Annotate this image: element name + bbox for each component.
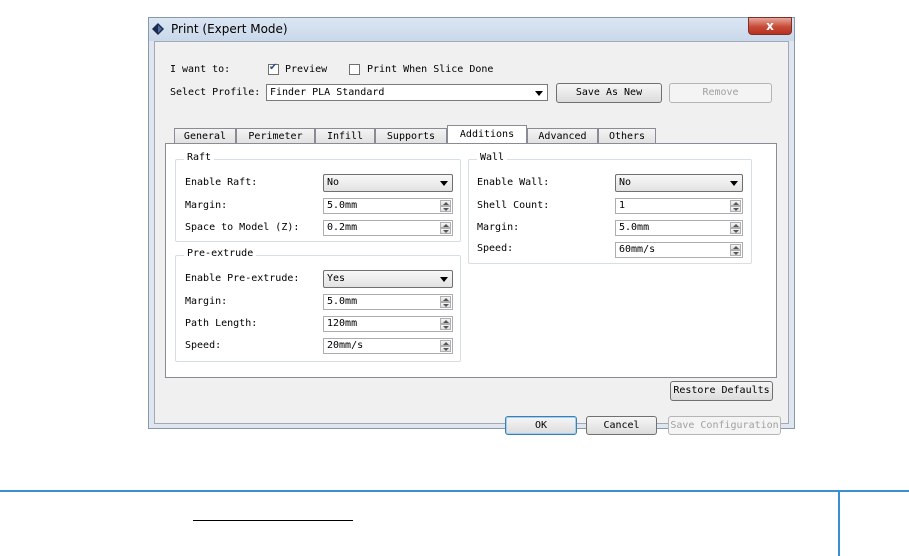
pre-extrude-speed-label: Speed: xyxy=(185,340,222,351)
spin-down-icon[interactable] xyxy=(440,324,451,330)
pre-extrude-margin-spinbox[interactable]: 5.0mm xyxy=(323,294,453,310)
spin-down-icon[interactable] xyxy=(440,346,451,352)
shell-count-spinbox[interactable]: 1 xyxy=(615,198,743,214)
path-length-label: Path Length: xyxy=(185,318,258,329)
shell-count-label: Shell Count: xyxy=(477,200,550,211)
additions-tab-page: Raft Enable Raft: No Margin: 5.0mm Space… xyxy=(165,143,777,378)
wall-speed-label: Speed: xyxy=(477,243,514,254)
wall-speed-spinbox[interactable]: 60mm/s xyxy=(615,242,743,258)
pre-extrude-group: Pre-extrude Enable Pre-extrude: Yes Marg… xyxy=(175,248,461,362)
save-as-new-button[interactable]: Save As New xyxy=(556,83,662,103)
space-to-model-label: Space to Model (Z): xyxy=(185,222,300,233)
enable-raft-select[interactable]: No xyxy=(323,174,453,192)
enable-raft-value: No xyxy=(327,177,340,188)
spin-down-icon[interactable] xyxy=(730,228,741,234)
ok-button[interactable]: OK xyxy=(505,416,577,435)
wall-margin-value: 5.0mm xyxy=(619,222,650,233)
tab-perimeter[interactable]: Perimeter xyxy=(236,128,315,144)
raft-margin-label: Margin: xyxy=(185,200,228,211)
raft-margin-value: 5.0mm xyxy=(327,200,358,211)
wall-group-title: Wall xyxy=(477,152,508,163)
enable-wall-select[interactable]: No xyxy=(615,174,743,192)
remove-button[interactable]: Remove xyxy=(669,83,772,103)
tab-infill[interactable]: Infill xyxy=(315,128,375,144)
raft-margin-spinbox[interactable]: 5.0mm xyxy=(323,198,453,214)
shell-count-value: 1 xyxy=(619,200,626,211)
pre-extrude-group-title: Pre-extrude xyxy=(184,248,257,259)
close-button[interactable]: x xyxy=(748,17,792,35)
wall-speed-value: 60mm/s xyxy=(619,244,656,255)
cancel-button[interactable]: Cancel xyxy=(586,416,657,435)
raft-group: Raft Enable Raft: No Margin: 5.0mm Space… xyxy=(175,152,461,242)
enable-raft-label: Enable Raft: xyxy=(185,177,258,188)
window-title: Print (Expert Mode) xyxy=(171,22,288,36)
wall-margin-spinbox[interactable]: 5.0mm xyxy=(615,220,743,236)
chevron-down-icon xyxy=(440,181,448,186)
tab-general[interactable]: General xyxy=(174,128,236,144)
pre-extrude-speed-value: 20mm/s xyxy=(327,340,364,351)
footnote-rule xyxy=(193,520,353,521)
chevron-down-icon xyxy=(440,277,448,282)
enable-pre-extrude-value: Yes xyxy=(327,273,346,284)
print-dialog: Print (Expert Mode) x I want to: Preview… xyxy=(148,17,795,435)
spin-down-icon[interactable] xyxy=(440,302,451,308)
restore-defaults-button[interactable]: Restore Defaults xyxy=(670,381,773,401)
spin-down-icon[interactable] xyxy=(730,206,741,212)
spin-down-icon[interactable] xyxy=(440,206,451,212)
path-length-spinbox[interactable]: 120mm xyxy=(323,316,453,332)
chevron-down-icon xyxy=(730,181,738,186)
pre-extrude-speed-spinbox[interactable]: 20mm/s xyxy=(323,338,453,354)
preview-label[interactable]: Preview xyxy=(285,64,327,75)
pre-extrude-margin-label: Margin: xyxy=(185,296,228,307)
tab-bar: General Perimeter Infill Supports Additi… xyxy=(174,125,774,145)
enable-wall-label: Enable Wall: xyxy=(477,177,550,188)
enable-wall-value: No xyxy=(619,177,632,188)
enable-pre-extrude-label: Enable Pre-extrude: xyxy=(185,273,300,284)
pre-extrude-margin-value: 5.0mm xyxy=(327,296,358,307)
select-profile-label: Select Profile: xyxy=(170,87,261,98)
i-want-to-label: I want to: xyxy=(170,64,231,75)
chevron-down-icon xyxy=(535,91,543,96)
wall-group: Wall Enable Wall: No Shell Count: 1 Marg… xyxy=(468,152,752,264)
space-to-model-value: 0.2mm xyxy=(327,222,358,233)
title-bar[interactable]: Print (Expert Mode) x xyxy=(149,17,794,41)
print-when-done-label[interactable]: Print When Slice Done xyxy=(367,64,493,75)
print-when-done-checkbox[interactable] xyxy=(349,64,360,75)
spin-down-icon[interactable] xyxy=(440,228,451,234)
tab-others[interactable]: Others xyxy=(598,128,656,144)
preview-checkbox[interactable] xyxy=(268,62,279,75)
dialog-client-area: I want to: Preview Print When Slice Done… xyxy=(154,41,789,435)
horizontal-blue-rule xyxy=(0,490,909,492)
vertical-blue-rule xyxy=(838,490,840,556)
enable-pre-extrude-select[interactable]: Yes xyxy=(323,270,453,288)
raft-group-title: Raft xyxy=(184,152,215,163)
tab-additions[interactable]: Additions xyxy=(447,125,527,145)
tab-supports[interactable]: Supports xyxy=(375,128,447,144)
save-configuration-button[interactable]: Save Configuration xyxy=(668,416,781,435)
space-to-model-spinbox[interactable]: 0.2mm xyxy=(323,220,453,236)
path-length-value: 120mm xyxy=(327,318,358,329)
profile-select[interactable]: Finder PLA Standard xyxy=(266,84,548,101)
tab-advanced[interactable]: Advanced xyxy=(527,128,598,144)
wall-margin-label: Margin: xyxy=(477,222,520,233)
profile-select-value: Finder PLA Standard xyxy=(270,87,385,98)
spin-down-icon[interactable] xyxy=(730,250,741,256)
app-diamond-icon xyxy=(152,23,164,35)
